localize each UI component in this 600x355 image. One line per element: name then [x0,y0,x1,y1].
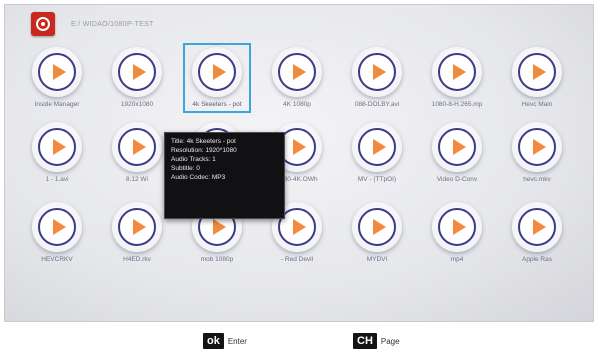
file-name-label: Inside Manager [34,101,80,108]
enter-hint-label: Enter [227,336,247,346]
page-hint-label: Page [380,336,400,346]
file-name-label: 1080-8-H.265.mp [431,101,483,108]
play-icon [38,53,76,91]
file-info-popup: Title: 4k Skeeters - pot Resolution: 192… [164,132,285,219]
video-file-tile[interactable]: Apple Ras [505,200,569,266]
info-audio-codec: Audio Codec: MP3 [171,174,226,181]
play-button[interactable] [512,47,562,97]
media-browser-screen: E:/ WIDAO/1080P-TEST Inside Manager 1920x… [4,4,594,322]
play-icon [38,208,76,246]
play-button[interactable] [112,122,162,172]
play-icon [438,128,476,166]
play-icon [438,208,476,246]
video-file-tile[interactable]: 1 - 1.avi [25,120,89,186]
play-icon [358,128,396,166]
play-icon [438,53,476,91]
play-button[interactable] [112,47,162,97]
play-button[interactable] [32,202,82,252]
file-name-label: 1920x1080 [120,101,154,108]
play-icon [118,128,156,166]
play-button[interactable] [352,47,402,97]
hint-page: CH Page [353,332,400,350]
hint-enter: ok Enter [203,332,247,350]
play-button[interactable] [272,47,322,97]
video-file-tile[interactable]: 1080-8-H.265.mp [425,45,489,111]
video-file-tile[interactable]: MV - (TTpOI) [345,120,409,186]
file-name-label: MYDVI [366,256,388,263]
play-button[interactable] [112,202,162,252]
info-title: Title: 4k Skeeters - pot [171,138,236,145]
info-audio-tracks: Audio Tracks: 1 [171,156,216,163]
play-icon [518,208,556,246]
info-resolution: Resolution: 1920*1080 [171,147,237,154]
play-button[interactable] [192,47,242,97]
file-name-label: Hevc Main [521,101,553,108]
video-file-tile[interactable]: 4k Skeeters - pot [183,43,251,113]
file-name-label: 4K 1080p [283,101,311,108]
file-name-label: Video D-Conv [436,176,478,183]
video-file-tile[interactable]: Hevc Main [505,45,569,111]
video-file-tile[interactable]: 1920x1080 [105,45,169,111]
play-icon [358,208,396,246]
ok-key-icon: ok [203,333,224,349]
play-button[interactable] [512,202,562,252]
video-file-tile[interactable]: 4K 1080p [265,45,329,111]
video-file-tile[interactable]: Video D-Conv [425,120,489,186]
video-file-tile[interactable]: hevc.mkv [505,120,569,186]
file-name-label: 1 - 1.avi [45,176,69,183]
play-icon [198,53,236,91]
play-icon [278,53,316,91]
file-name-label: 4k Skeeters - pot [192,101,242,108]
video-file-tile[interactable]: Inside Manager [25,45,89,111]
file-name-label: hevc.mkv [523,176,551,183]
play-button[interactable] [432,122,482,172]
file-name-label: Apple Ras [522,256,552,263]
play-icon [38,128,76,166]
play-icon [358,53,396,91]
play-button[interactable] [432,47,482,97]
video-file-tile[interactable]: 8.12 Wi [105,120,169,186]
play-icon [518,53,556,91]
play-button[interactable] [32,47,82,97]
info-subtitle: Subtitle: 0 [171,165,200,172]
play-icon [118,53,156,91]
video-file-tile[interactable]: H4ED.rkv [105,200,169,266]
play-button[interactable] [32,122,82,172]
ch-key-icon: CH [353,333,377,349]
video-file-tile[interactable]: mp4 [425,200,489,266]
file-name-label: mob 1080p [200,256,234,263]
play-icon [118,208,156,246]
video-file-tile[interactable]: MYDVI [345,200,409,266]
file-name-label: 088-DOLBY.avi [354,101,400,108]
file-name-label: MV - (TTpOI) [357,176,397,183]
play-button[interactable] [432,202,482,252]
play-icon [518,128,556,166]
file-name-label: H4ED.rkv [123,256,151,263]
current-path: E:/ WIDAO/1080P-TEST [71,20,154,28]
video-file-tile[interactable]: HEVCRKV [25,200,89,266]
header: E:/ WIDAO/1080P-TEST [31,11,154,37]
play-button[interactable] [352,122,402,172]
video-file-tile[interactable]: 088-DOLBY.avi [345,45,409,111]
file-name-label: HEVCRKV [41,256,73,263]
play-button[interactable] [512,122,562,172]
file-name-label: mp4 [450,256,464,263]
media-player-logo-icon [31,12,55,36]
play-button[interactable] [352,202,402,252]
file-name-label: - Red Devil [280,256,314,263]
